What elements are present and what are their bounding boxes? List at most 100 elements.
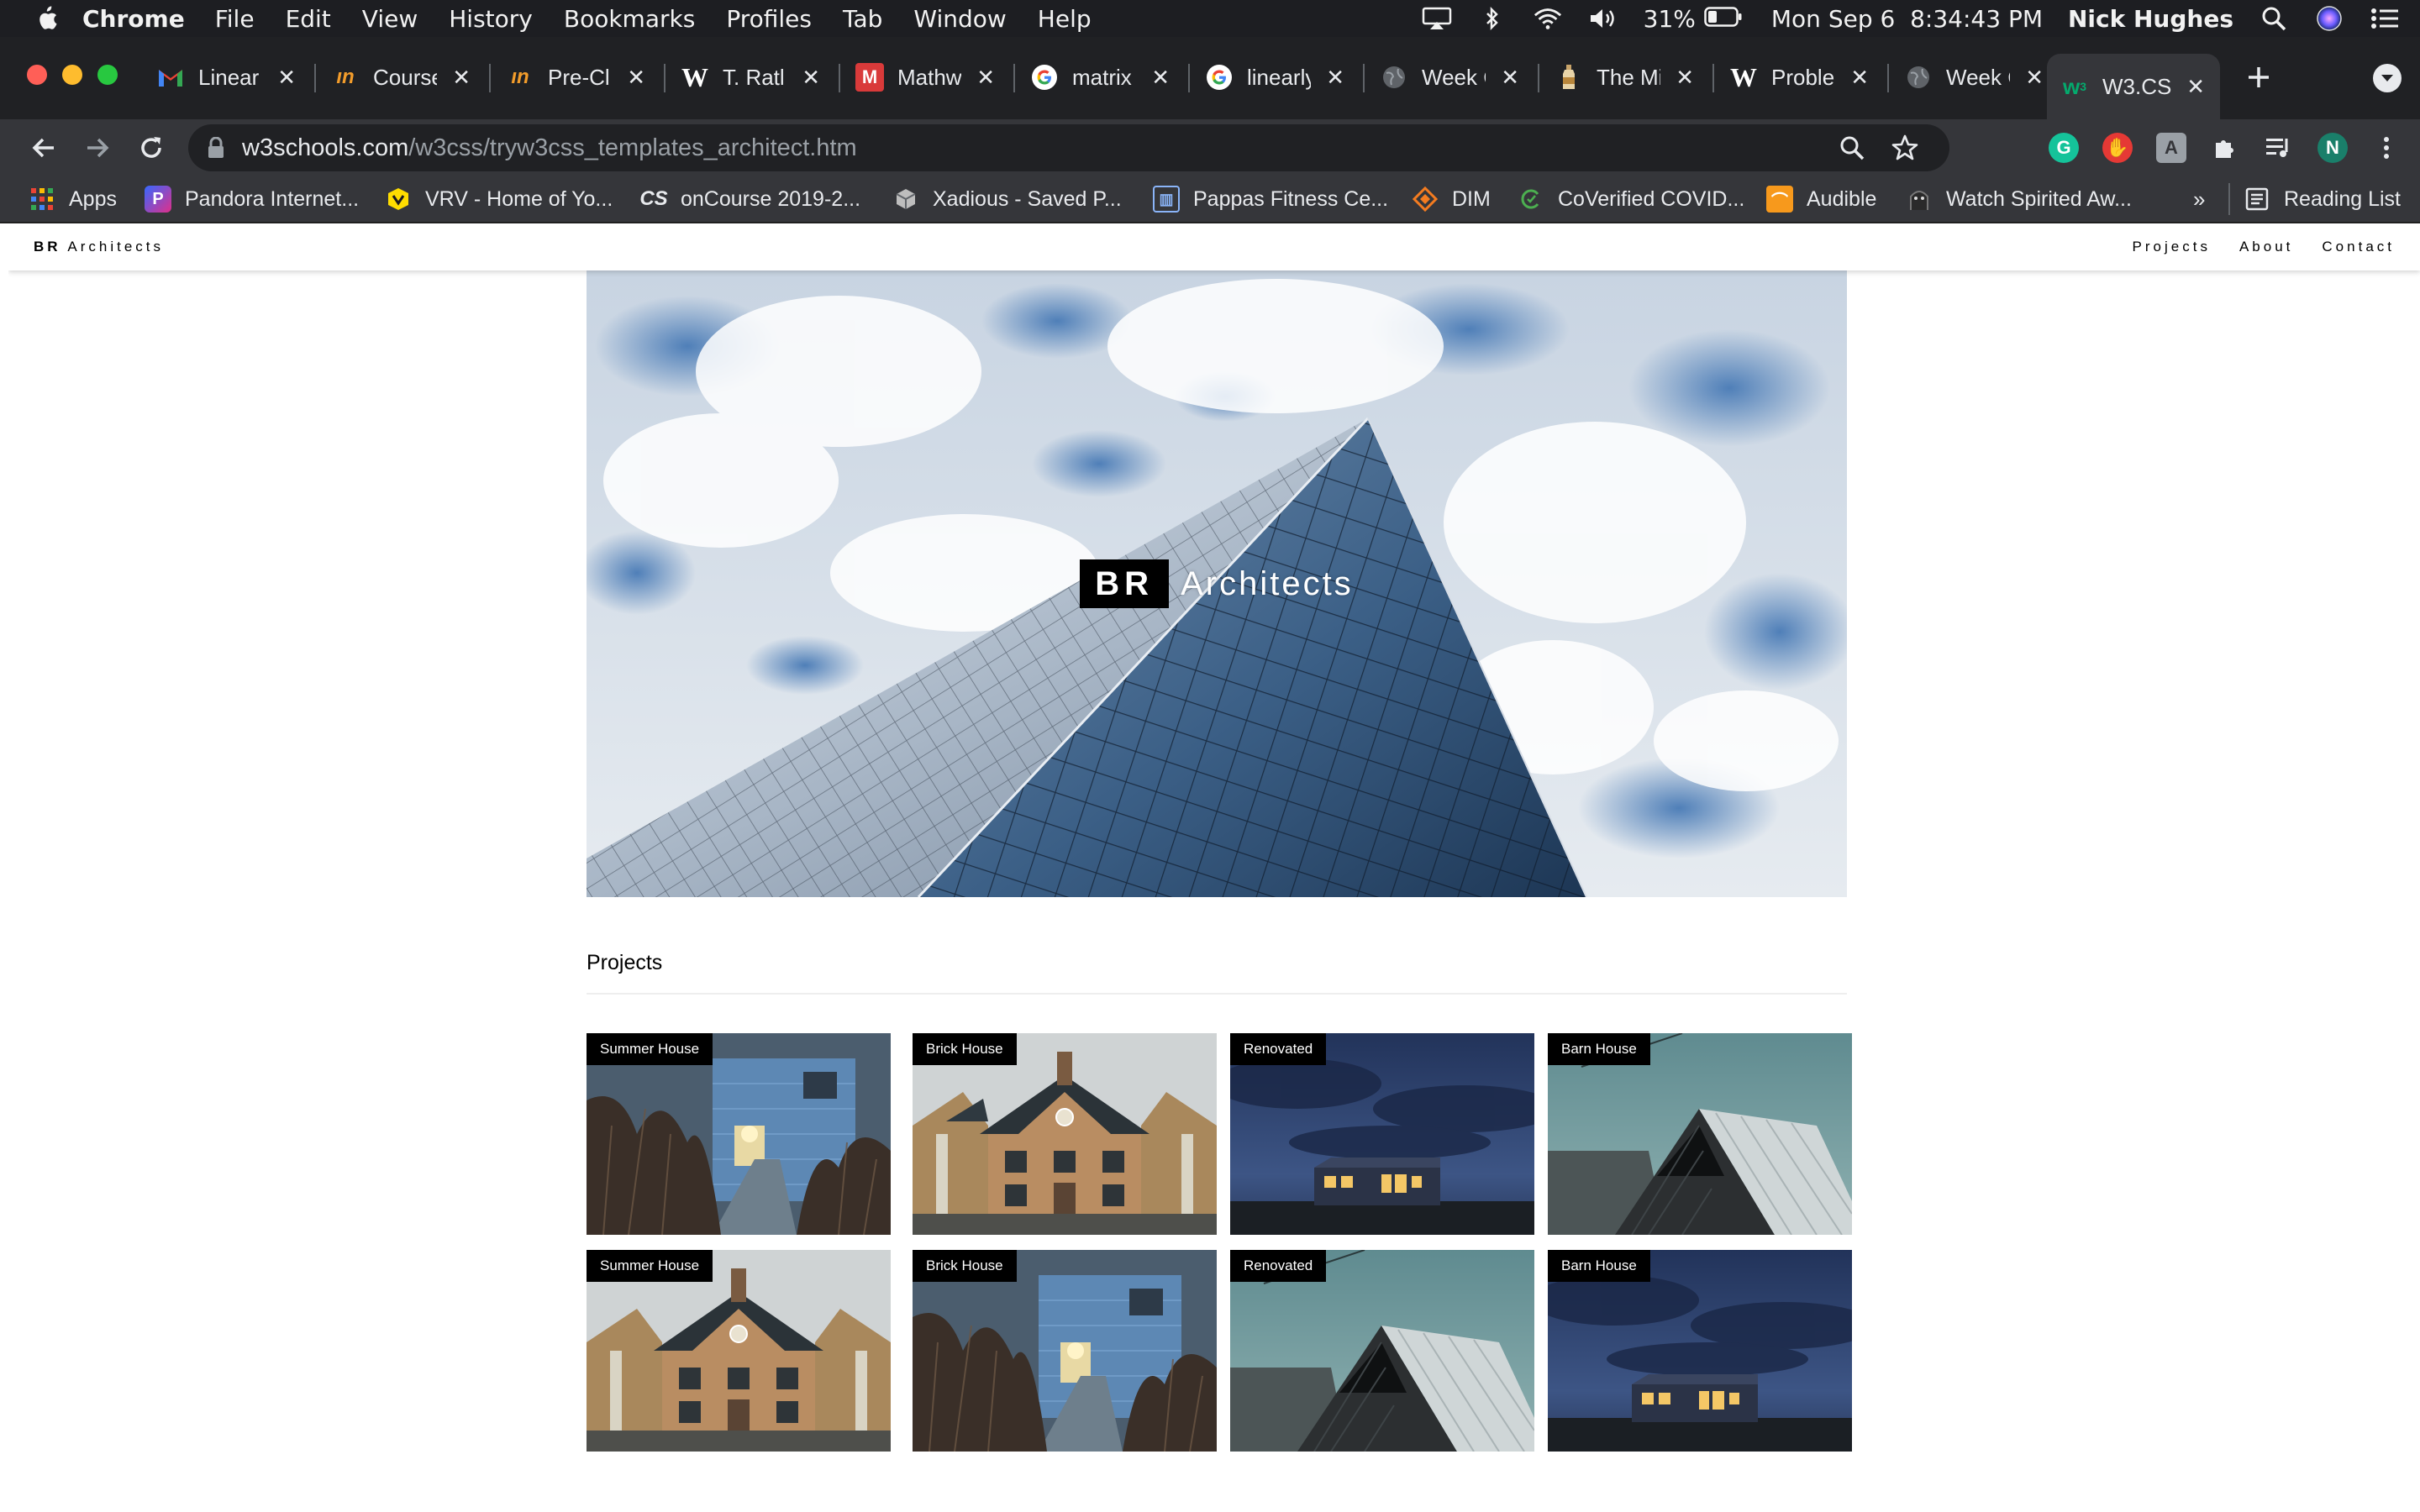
- menu-window[interactable]: Window: [913, 5, 1006, 33]
- reading-list-button[interactable]: Reading List: [2244, 183, 2401, 215]
- bookmark-vrv[interactable]: VRV - Home of Yo...: [385, 183, 613, 215]
- tab-close-icon[interactable]: ✕: [2186, 74, 2205, 100]
- project-card[interactable]: Brick House: [913, 1033, 1217, 1235]
- reload-button[interactable]: [134, 131, 168, 165]
- menu-view[interactable]: View: [362, 5, 418, 33]
- tab-close-icon[interactable]: ✕: [1151, 65, 1170, 91]
- tab-close-icon[interactable]: ✕: [1326, 65, 1344, 91]
- user-name[interactable]: Nick Hughes: [2068, 5, 2233, 33]
- window-minimize-button[interactable]: [62, 65, 82, 85]
- bookmark-pandora[interactable]: P Pandora Internet...: [145, 183, 359, 215]
- siri-icon[interactable]: [2314, 6, 2344, 31]
- clock[interactable]: Mon Sep 6 8:34:43 PM: [1771, 5, 2043, 33]
- browser-tab-active[interactable]: w3 W3.CS ✕: [2047, 54, 2220, 119]
- spotlight-search-icon[interactable]: [2259, 6, 2289, 31]
- gmail-icon: [156, 63, 185, 92]
- browser-tab[interactable]: Linear ✕: [143, 54, 311, 101]
- window-zoom-button[interactable]: [97, 65, 118, 85]
- tab-close-icon[interactable]: ✕: [1850, 65, 1869, 91]
- bookmark-dim[interactable]: DIM: [1412, 183, 1491, 215]
- address-bar[interactable]: w3schools.com/w3css/tryw3css_templates_a…: [188, 124, 1949, 171]
- project-label: Brick House: [913, 1033, 1017, 1065]
- tab-title: Week C: [1946, 64, 2010, 90]
- tab-close-icon[interactable]: ✕: [2025, 65, 2044, 91]
- projects-section-heading: Projects: [587, 951, 1847, 995]
- bookmark-spirited-away[interactable]: Watch Spirited Aw...: [1906, 183, 2132, 215]
- airplay-icon[interactable]: [1422, 6, 1452, 31]
- volume-icon[interactable]: [1588, 6, 1618, 31]
- bookmark-label: CoVerified COVID...: [1558, 186, 1745, 211]
- google-icon: [1030, 63, 1059, 92]
- browser-tab[interactable]: W T. Ratl ✕: [667, 54, 835, 101]
- tab-close-icon[interactable]: ✕: [1501, 65, 1519, 91]
- bookmark-coverified[interactable]: CoVerified COVID...: [1518, 183, 1744, 215]
- tab-search-icon[interactable]: [2373, 64, 2402, 92]
- window-close-button[interactable]: [27, 65, 47, 85]
- back-button[interactable]: [27, 131, 60, 165]
- extension-tile-icon[interactable]: A: [2156, 133, 2186, 163]
- browser-tab[interactable]: M Mathw ✕: [842, 54, 1010, 101]
- browser-tab[interactable]: matrix ✕: [1017, 54, 1185, 101]
- bookmarks-overflow-button[interactable]: »: [2193, 183, 2205, 215]
- bookmark-label: onCourse 2019-2...: [681, 186, 861, 211]
- browser-tab[interactable]: Week C ✕: [1891, 54, 2059, 101]
- wifi-icon[interactable]: [1533, 6, 1563, 31]
- tab-title: matrix: [1072, 64, 1132, 90]
- bluetooth-icon[interactable]: [1477, 6, 1507, 31]
- browser-tab[interactable]: W Probler ✕: [1716, 54, 1884, 101]
- media-playlist-icon[interactable]: [2264, 133, 2294, 163]
- url-domain: w3schools.com: [242, 134, 409, 161]
- bookmark-pappas[interactable]: ▥ Pappas Fitness Ce...: [1153, 183, 1388, 215]
- extensions-puzzle-icon[interactable]: [2210, 133, 2240, 163]
- browser-tab[interactable]: ın Pre-Cl ✕: [492, 54, 660, 101]
- chrome-menu-icon[interactable]: [2371, 133, 2402, 163]
- project-card[interactable]: Barn House: [1548, 1250, 1852, 1452]
- browser-tab[interactable]: The Mi ✕: [1541, 54, 1709, 101]
- menu-help[interactable]: Help: [1038, 5, 1092, 33]
- lock-icon[interactable]: [207, 136, 225, 159]
- control-center-icon[interactable]: [2370, 6, 2400, 31]
- browser-tab[interactable]: ın Course ✕: [318, 54, 486, 101]
- tab-close-icon[interactable]: ✕: [976, 65, 995, 91]
- bookmark-oncourse[interactable]: CS onCourse 2019-2...: [639, 183, 861, 215]
- profile-avatar[interactable]: N: [2317, 133, 2348, 163]
- bookmark-xadious[interactable]: Xadious - Saved P...: [892, 183, 1122, 215]
- bookmark-apps[interactable]: Apps: [29, 183, 117, 215]
- menu-edit[interactable]: Edit: [286, 5, 331, 33]
- browser-tab[interactable]: linearly ✕: [1192, 54, 1360, 101]
- zoom-icon[interactable]: [1839, 134, 1865, 165]
- project-card[interactable]: Renovated: [1230, 1033, 1534, 1235]
- coverified-icon: [1518, 186, 1544, 213]
- nav-link-projects[interactable]: Projects: [2133, 237, 2211, 257]
- tab-close-icon[interactable]: ✕: [802, 65, 820, 91]
- tab-title: The Mi: [1597, 64, 1660, 90]
- menu-profiles[interactable]: Profiles: [726, 5, 812, 33]
- project-card[interactable]: Barn House: [1548, 1033, 1852, 1235]
- project-card[interactable]: Summer House: [587, 1250, 891, 1452]
- new-tab-button[interactable]: [2242, 60, 2275, 94]
- menu-tab[interactable]: Tab: [843, 5, 882, 33]
- bookmark-audible[interactable]: ⌒ Audible: [1766, 183, 1876, 215]
- site-brand-link[interactable]: BR Architects: [34, 239, 164, 255]
- tab-close-icon[interactable]: ✕: [277, 65, 296, 91]
- project-card[interactable]: Renovated: [1230, 1250, 1534, 1452]
- menu-file[interactable]: File: [215, 5, 255, 33]
- project-card[interactable]: Brick House: [913, 1250, 1217, 1452]
- project-card[interactable]: Summer House: [587, 1033, 891, 1235]
- forward-button[interactable]: [81, 131, 114, 165]
- menu-bookmarks[interactable]: Bookmarks: [564, 5, 695, 33]
- tab-close-icon[interactable]: ✕: [627, 65, 645, 91]
- nav-link-contact[interactable]: Contact: [2322, 237, 2395, 257]
- tab-close-icon[interactable]: ✕: [452, 65, 471, 91]
- menu-app-name[interactable]: Chrome: [82, 5, 185, 33]
- battery-percent: 31%: [1643, 4, 1696, 33]
- menu-history[interactable]: History: [449, 5, 533, 33]
- tab-close-icon[interactable]: ✕: [1676, 65, 1694, 91]
- nav-link-about[interactable]: About: [2239, 237, 2293, 257]
- battery-status[interactable]: 31%: [1644, 5, 1743, 33]
- adblock-icon[interactable]: ✋: [2102, 133, 2133, 163]
- grammarly-icon[interactable]: G: [2049, 133, 2079, 163]
- bookmark-star-icon[interactable]: [1891, 134, 1919, 166]
- browser-tab[interactable]: Week C ✕: [1366, 54, 1534, 101]
- apple-icon[interactable]: [34, 4, 59, 33]
